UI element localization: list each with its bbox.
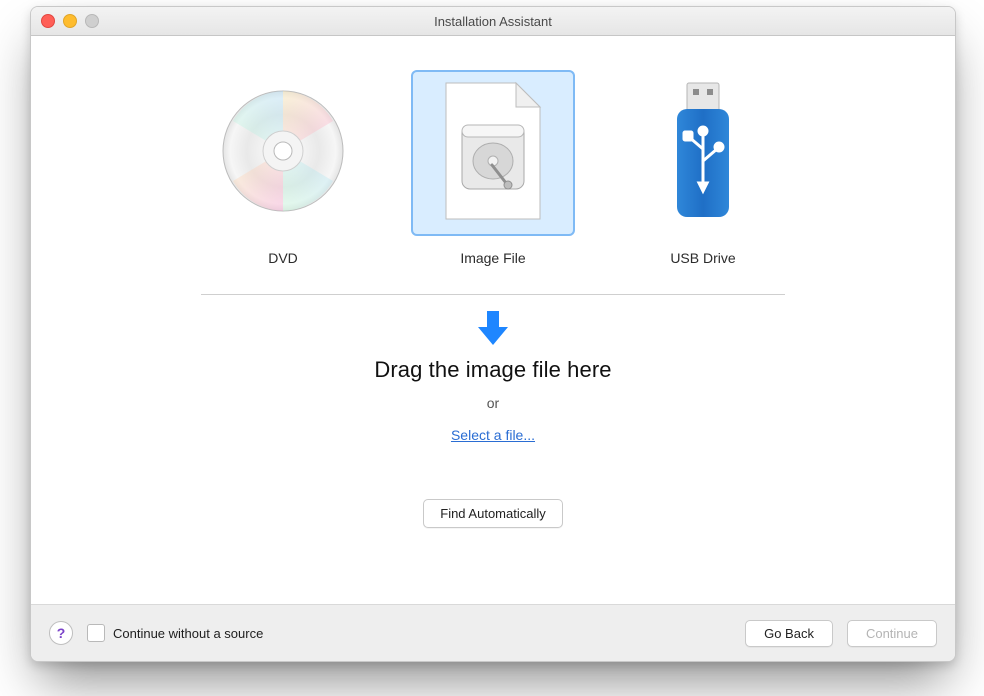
arrow-down-icon — [476, 309, 510, 347]
drop-or-text: or — [487, 395, 499, 411]
zoom-window-button[interactable] — [85, 14, 99, 28]
usb-drive-icon — [671, 81, 735, 226]
drop-instruction: Drag the image file here — [374, 357, 611, 383]
select-file-link[interactable]: Select a file... — [451, 427, 535, 443]
window: Installation Assistant — [30, 6, 956, 662]
find-automatically-button[interactable]: Find Automatically — [423, 499, 563, 528]
source-label-dvd: DVD — [268, 250, 298, 266]
go-back-button[interactable]: Go Back — [745, 620, 833, 647]
usb-drive-tile — [621, 70, 785, 236]
continue-without-source-row[interactable]: Continue without a source — [87, 624, 263, 642]
source-option-dvd[interactable]: DVD — [201, 70, 365, 266]
close-window-button[interactable] — [41, 14, 55, 28]
continue-without-source-label: Continue without a source — [113, 626, 263, 641]
minimize-window-button[interactable] — [63, 14, 77, 28]
titlebar: Installation Assistant — [31, 7, 955, 36]
source-type-row: DVD — [31, 36, 955, 266]
image-file-tile — [411, 70, 575, 236]
window-title: Installation Assistant — [31, 14, 955, 29]
continue-button[interactable]: Continue — [847, 620, 937, 647]
continue-without-source-checkbox[interactable] — [87, 624, 105, 642]
dvd-icon — [220, 88, 346, 219]
source-option-image-file[interactable]: Image File — [411, 70, 575, 266]
help-button[interactable]: ? — [49, 621, 73, 645]
image-file-icon — [438, 81, 548, 226]
content-area: DVD — [31, 36, 955, 604]
source-option-usb-drive[interactable]: USB Drive — [621, 70, 785, 266]
drop-zone[interactable]: Drag the image file here or Select a fil… — [31, 295, 955, 443]
window-controls — [41, 14, 99, 28]
dvd-tile — [201, 70, 365, 236]
footer: ? Continue without a source Go Back Cont… — [31, 604, 955, 661]
source-label-usb-drive: USB Drive — [670, 250, 735, 266]
source-label-image-file: Image File — [460, 250, 525, 266]
